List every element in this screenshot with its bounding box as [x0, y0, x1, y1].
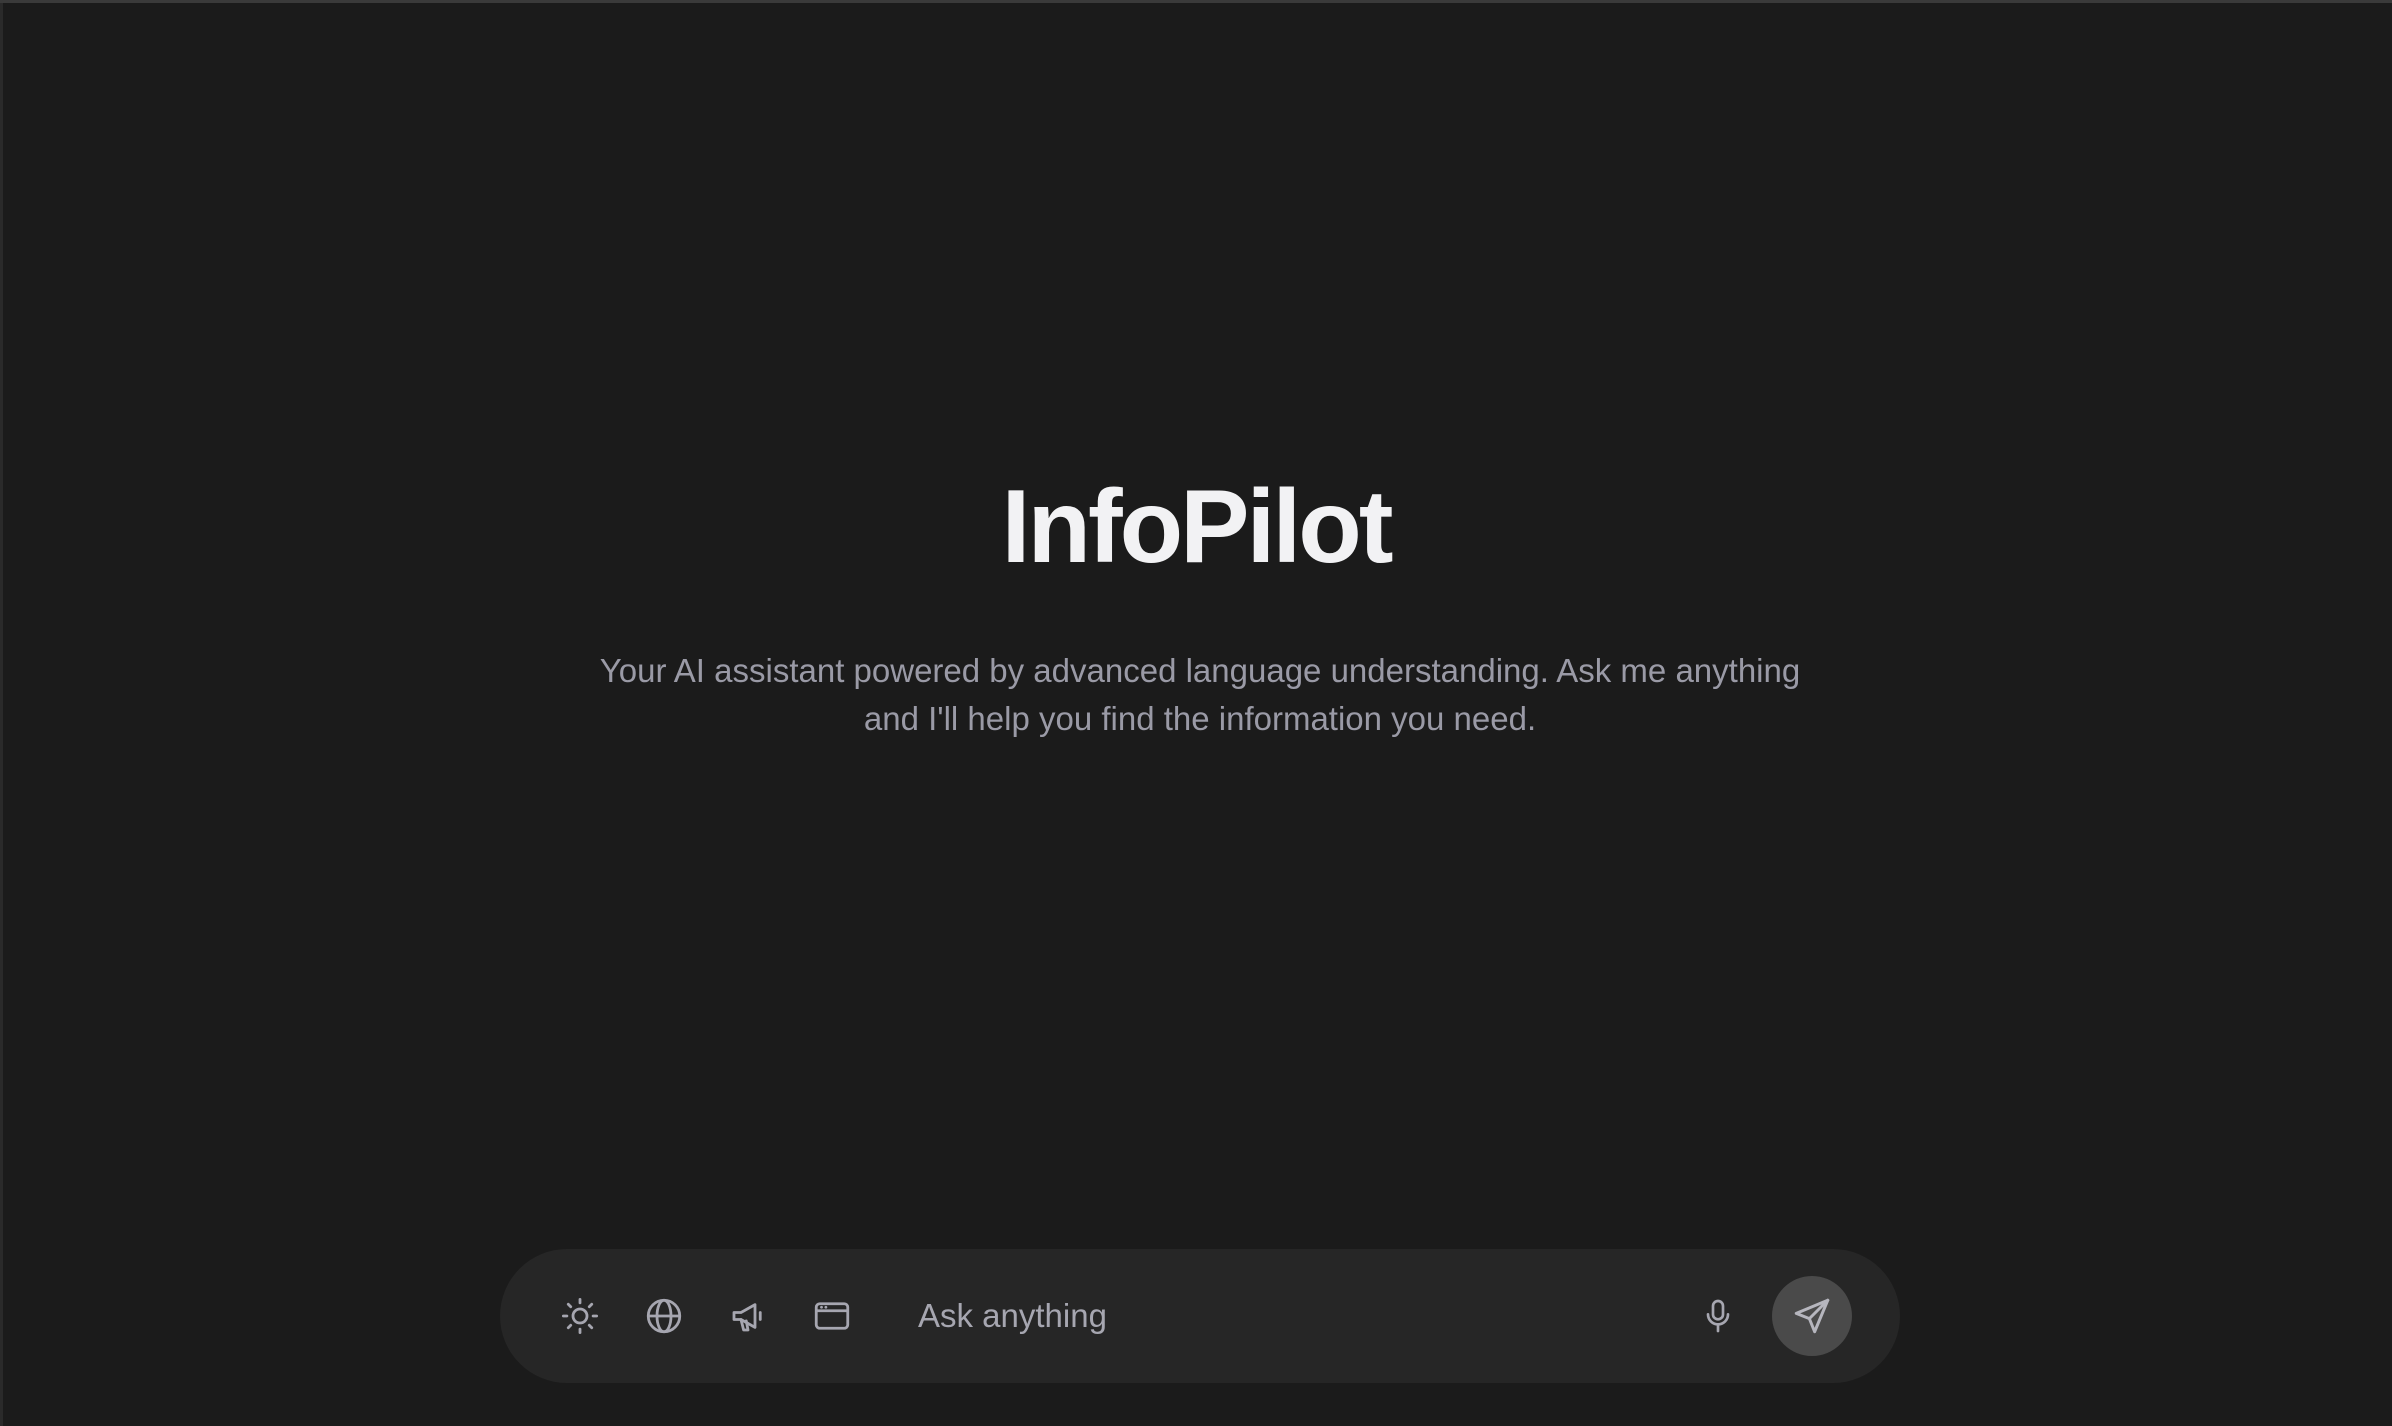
browser-window-icon[interactable] [802, 1286, 862, 1346]
microphone-icon[interactable] [1688, 1286, 1748, 1346]
globe-icon[interactable] [634, 1286, 694, 1346]
window-left-border [0, 3, 3, 1426]
app-subtitle-line-1: Your AI assistant powered by advanced la… [599, 652, 1801, 689]
megaphone-icon[interactable] [718, 1286, 778, 1346]
app-subtitle: Your AI assistant powered by advanced la… [560, 647, 1840, 743]
app-window: InfoPilot Your AI assistant powered by a… [0, 0, 2392, 1426]
chat-composer [500, 1249, 1900, 1383]
send-button[interactable] [1772, 1276, 1852, 1356]
app-subtitle-line-2: and I'll help you find the information y… [863, 700, 1537, 737]
app-title: InfoPilot [1001, 469, 1394, 585]
ask-input[interactable] [918, 1286, 1518, 1346]
sun-icon[interactable] [550, 1286, 610, 1346]
send-icon [1794, 1298, 1830, 1334]
